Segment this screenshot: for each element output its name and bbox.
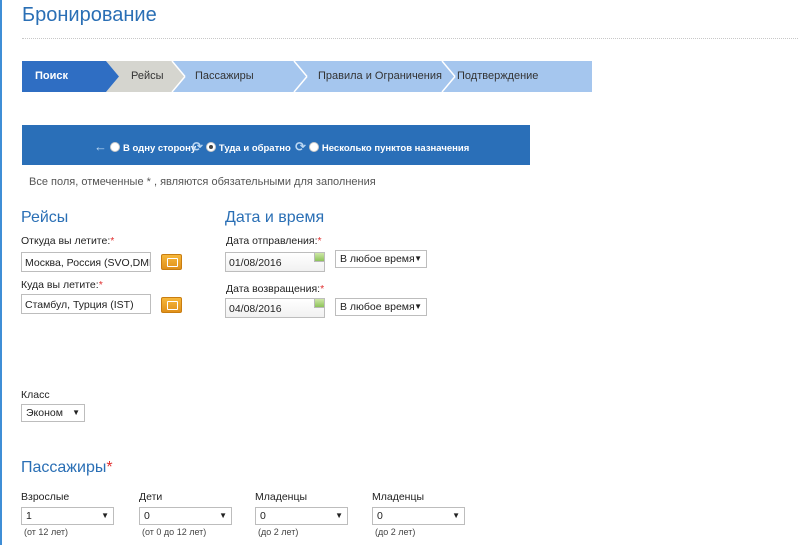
chevron-down-icon: ▼: [335, 511, 343, 520]
step-label: Правила и Ограничения: [318, 70, 442, 82]
radio-multi-city[interactable]: [308, 142, 319, 152]
return-time-select[interactable]: В любое время ▼: [335, 298, 427, 316]
radio-one-way[interactable]: [110, 142, 120, 152]
infants-label: Младенцы: [255, 491, 308, 503]
radio-round-trip[interactable]: [205, 142, 216, 152]
step-rules: Правила и Ограничения: [307, 61, 442, 92]
return-date-value: 04/08/2016: [229, 303, 282, 315]
booking-steps: Поиск Рейсы Пассажиры Правила и Ограниче…: [22, 61, 592, 92]
passengers-section-title: Пассажиры*: [21, 459, 113, 476]
trip-option-round-trip[interactable]: ⟳ Туда и обратно: [192, 139, 291, 155]
chevron-down-icon: ▼: [72, 408, 80, 417]
cabin-class-select[interactable]: Эконом ▼: [21, 404, 85, 422]
one-way-arrow-icon: ←: [94, 139, 107, 154]
return-date-input[interactable]: 04/08/2016: [225, 298, 325, 318]
depart-date-value: 01/08/2016: [229, 257, 282, 269]
infants-seat-value: 0: [377, 510, 383, 522]
adults-hint: (от 12 лет): [24, 527, 69, 537]
trip-option-label: Несколько пунктов назначения: [321, 143, 470, 154]
to-select-button[interactable]: [161, 297, 182, 313]
depart-time-select[interactable]: В любое время ▼: [335, 250, 427, 268]
calendar-icon[interactable]: [314, 253, 324, 262]
chevron-down-icon: ▼: [219, 511, 227, 520]
trip-type-bar: ← В одну сторону ⟳ Туда и обратно ⟳ Несколь…: [22, 125, 530, 165]
infants-seat-label: Младенцы: [372, 491, 425, 503]
trip-option-label: Туда и обратно: [218, 143, 291, 154]
multi-city-arrows-icon: ⟳: [295, 139, 306, 154]
datetime-section-title: Дата и время: [225, 209, 325, 226]
children-select[interactable]: 0 ▼: [139, 507, 232, 525]
adults-label: Взрослые: [21, 491, 70, 503]
infants-value: 0: [260, 510, 266, 522]
children-hint: (от 0 до 12 лет): [142, 527, 207, 537]
to-label: Куда вы летите:*: [21, 279, 103, 291]
step-confirmation: Подтверждение: [455, 61, 585, 92]
step-label: Поиск: [35, 70, 69, 82]
infants-seat-hint: (до 2 лет): [375, 527, 416, 537]
trip-option-multi-city[interactable]: ⟳ Несколько пунктов назначения: [295, 139, 469, 155]
step-label: Пассажиры: [195, 70, 254, 82]
step-passengers: Пассажиры: [185, 61, 295, 92]
round-trip-arrows-icon: ⟳: [192, 139, 203, 154]
depart-date-input[interactable]: 01/08/2016: [225, 252, 325, 272]
children-label: Дети: [139, 491, 163, 503]
chevron-down-icon: ▼: [452, 511, 460, 520]
chevron-down-icon: ▼: [101, 511, 109, 520]
from-label: Откуда вы летите:*: [21, 235, 115, 247]
trip-option-one-way[interactable]: ← В одну сторону: [94, 139, 196, 154]
adults-value: 1: [26, 510, 32, 522]
trip-option-label: В одну сторону: [123, 143, 197, 154]
flights-section-title: Рейсы: [21, 209, 69, 226]
depart-time-value: В любое время: [340, 253, 415, 265]
step-search[interactable]: Поиск: [22, 61, 106, 92]
title-divider: [22, 38, 798, 39]
step-label: Подтверждение: [457, 70, 539, 82]
return-time-value: В любое время: [340, 301, 415, 313]
step-flights[interactable]: Рейсы: [119, 61, 179, 92]
from-select-button[interactable]: [161, 254, 182, 270]
calendar-icon[interactable]: [314, 299, 324, 308]
step-label: Рейсы: [131, 70, 164, 82]
left-accent-rule: [0, 0, 2, 545]
cabin-class-value: Эконом: [26, 407, 63, 419]
depart-date-label: Дата отправления:*: [226, 235, 322, 247]
adults-select[interactable]: 1 ▼: [21, 507, 114, 525]
chevron-down-icon: ▼: [414, 254, 422, 263]
required-fields-note: Все поля, отмеченные * , являются обязат…: [29, 176, 376, 188]
return-date-label: Дата возвращения:*: [226, 283, 325, 295]
infants-select[interactable]: 0 ▼: [255, 507, 348, 525]
children-value: 0: [144, 510, 150, 522]
infants-seat-select[interactable]: 0 ▼: [372, 507, 465, 525]
from-input[interactable]: Москва, Россия (SVO,DME: [21, 252, 151, 272]
chevron-down-icon: ▼: [414, 302, 422, 311]
to-input[interactable]: Стамбул, Турция (IST): [21, 294, 151, 314]
page-title: Бронирование: [22, 4, 157, 26]
cabin-class-label: Класс: [21, 389, 50, 401]
infants-hint: (до 2 лет): [258, 527, 299, 537]
